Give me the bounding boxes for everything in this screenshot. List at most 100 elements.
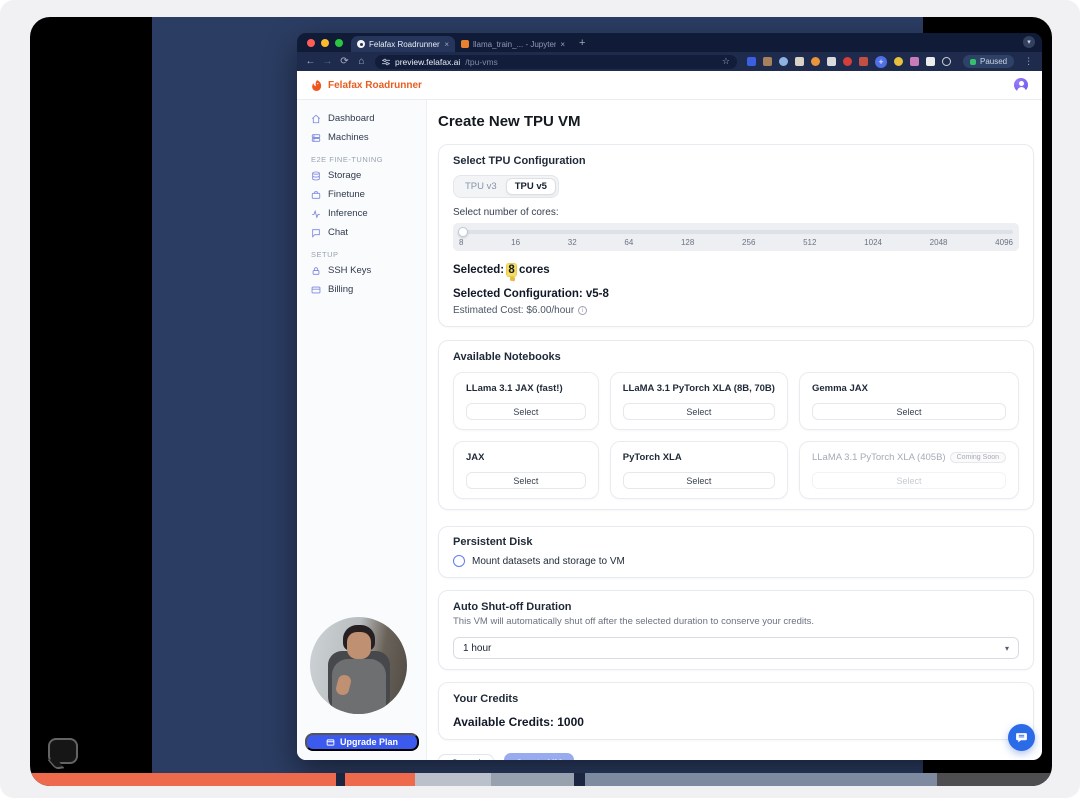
- home-icon[interactable]: ⌂: [356, 56, 367, 67]
- cancel-button[interactable]: Cancel: [438, 754, 494, 760]
- card-title: Persistent Disk: [453, 536, 533, 548]
- main-content: Create New TPU VM Select TPU Configurati…: [427, 100, 1042, 760]
- select-notebook-button[interactable]: Select: [622, 472, 775, 489]
- select-notebook-button[interactable]: Select: [622, 403, 775, 420]
- tab-jupyterlab[interactable]: llama_train_... - JupyterLab ×: [455, 36, 571, 52]
- sidebar-item-dashboard[interactable]: Dashboard: [297, 109, 426, 128]
- sidebar-item-finetune[interactable]: Finetune: [297, 185, 426, 204]
- comment-bubble-icon[interactable]: [48, 738, 78, 764]
- sidebar-item-ssh-keys[interactable]: SSH Keys: [297, 261, 426, 280]
- bookmark-star-icon[interactable]: ☆: [722, 56, 730, 67]
- notebook-name: LLama 3.1 JAX (fast!): [466, 383, 563, 394]
- notebook-name: Gemma JAX: [811, 383, 868, 394]
- progress-segment: [491, 773, 574, 786]
- home-icon: [311, 114, 321, 123]
- url-host: preview.felafax.ai: [395, 56, 461, 67]
- cores-label: Select number of cores:: [453, 207, 559, 218]
- toggle-tpu-v3[interactable]: TPU v3: [456, 178, 506, 195]
- card-title: Auto Shut-off Duration: [453, 601, 572, 613]
- red-square-ext-icon[interactable]: [859, 57, 868, 66]
- progress-segment: [585, 773, 937, 786]
- reload-icon[interactable]: ⟳: [339, 56, 350, 67]
- select-notebook-button[interactable]: Select: [466, 403, 586, 420]
- tick-label: 16: [511, 238, 521, 247]
- red-blob-ext-icon[interactable]: [843, 57, 852, 66]
- brown-box-ext-icon[interactable]: [763, 57, 772, 66]
- maximize-window-icon[interactable]: [335, 39, 343, 47]
- info-icon[interactable]: i: [578, 306, 588, 315]
- select-notebook-button[interactable]: Select: [466, 472, 586, 489]
- tab-felafax-roadrunner[interactable]: Felafax Roadrunner ×: [351, 36, 455, 52]
- back-icon[interactable]: ←: [305, 56, 316, 67]
- url-path: /tpu-vms: [465, 56, 498, 67]
- address-bar[interactable]: preview.felafax.ai/tpu-vms ☆: [375, 54, 737, 69]
- white-badge-ext-icon[interactable]: [926, 57, 935, 66]
- activity-icon: [312, 209, 320, 219]
- sidebar-item-inference[interactable]: Inference: [297, 204, 426, 223]
- notebook-name: JAX: [466, 452, 485, 463]
- orange-circle-ext-icon[interactable]: [811, 57, 820, 66]
- video-progress-bar[interactable]: [30, 773, 1052, 786]
- cost-text: Estimated Cost: $6.00/hour: [453, 305, 575, 316]
- tick-label: 512: [803, 238, 817, 247]
- mount-storage-checkbox[interactable]: [453, 555, 465, 567]
- duration-selected-value: 1 hour: [463, 642, 492, 654]
- sidebar-item-billing[interactable]: Billing: [297, 280, 426, 299]
- blue-circle-ext-icon[interactable]: [779, 57, 788, 66]
- close-window-icon[interactable]: [307, 39, 315, 47]
- ring-ext-icon[interactable]: [942, 57, 951, 66]
- chat-bubble-icon: [312, 228, 320, 238]
- close-tab-icon[interactable]: ×: [560, 40, 565, 49]
- form-actions: Cancel Create VM: [438, 753, 1034, 760]
- duration-select[interactable]: 1 hour ▾: [453, 637, 1019, 659]
- sidebar-item-machines[interactable]: Machines: [297, 128, 426, 147]
- site-settings-icon[interactable]: [382, 58, 390, 66]
- progress-segment: [937, 773, 1052, 786]
- sidebar-item-label: SSH Keys: [328, 265, 372, 276]
- yellow-ext-icon[interactable]: [894, 57, 903, 66]
- minimize-window-icon[interactable]: [321, 39, 329, 47]
- extensions-row: [747, 55, 951, 68]
- tick-label: 1024: [864, 238, 882, 247]
- new-tab-button[interactable]: +: [579, 37, 585, 49]
- paused-dot-icon: [970, 58, 976, 65]
- felafax-logo-icon: [312, 79, 322, 91]
- card-icon: [326, 738, 335, 746]
- sidebar-item-chat[interactable]: Chat: [297, 223, 426, 242]
- tab-title: llama_train_... - JupyterLab: [473, 39, 557, 49]
- forward-icon[interactable]: →: [322, 56, 333, 67]
- progress-segment: [574, 773, 585, 786]
- tab-search-chevron-icon[interactable]: ▾: [1023, 36, 1035, 48]
- auto-shutoff-description: This VM will automatically shut off afte…: [453, 616, 814, 627]
- close-tab-icon[interactable]: ×: [444, 40, 449, 49]
- browser-tab-strip: Felafax Roadrunner × llama_train_... - J…: [297, 33, 1042, 52]
- progress-segment: [345, 773, 415, 786]
- paused-extension-badge[interactable]: Paused: [963, 55, 1015, 68]
- mount-storage-option[interactable]: Mount datasets and storage to VM: [453, 555, 1019, 567]
- brand[interactable]: Felafax Roadrunner: [297, 79, 427, 92]
- cores-slider[interactable]: [458, 227, 1013, 237]
- support-chat-button[interactable]: [1008, 724, 1035, 751]
- tab-title: Felafax Roadrunner: [369, 39, 440, 49]
- sidebar-item-label: Billing: [328, 284, 354, 295]
- beige-grid-ext-icon[interactable]: [795, 57, 804, 66]
- sidebar-item-storage[interactable]: Storage: [297, 166, 426, 185]
- upgrade-plan-label: Upgrade Plan: [339, 737, 398, 747]
- browser-menu-icon[interactable]: ⋮: [1024, 56, 1033, 67]
- blue-plus-ext-icon[interactable]: [875, 55, 887, 68]
- notebook-name: LLaMA 3.1 PyTorch XLA (405B): [811, 452, 946, 463]
- user-avatar-icon[interactable]: [1014, 78, 1028, 92]
- gray-square-ext-icon[interactable]: [827, 57, 836, 66]
- create-vm-button[interactable]: Create VM: [503, 753, 575, 760]
- available-credits-value: Available Credits: 1000: [453, 715, 584, 729]
- select-notebook-button[interactable]: Select: [811, 403, 1006, 420]
- pink-ext-icon[interactable]: [910, 57, 919, 66]
- upgrade-plan-button[interactable]: Upgrade Plan: [305, 733, 419, 751]
- slider-tick-labels: 8 16 32 64 128 256 512 1024 2048 4096: [459, 238, 1013, 247]
- facebook-ext-icon[interactable]: [747, 57, 756, 66]
- slider-handle[interactable]: [458, 227, 468, 237]
- toggle-tpu-v5[interactable]: TPU v5: [505, 178, 556, 195]
- click-cursor-highlight: 8: [507, 264, 516, 276]
- window-controls[interactable]: [307, 39, 343, 47]
- sidebar-section-label: E2E FINE-TUNING: [311, 154, 384, 164]
